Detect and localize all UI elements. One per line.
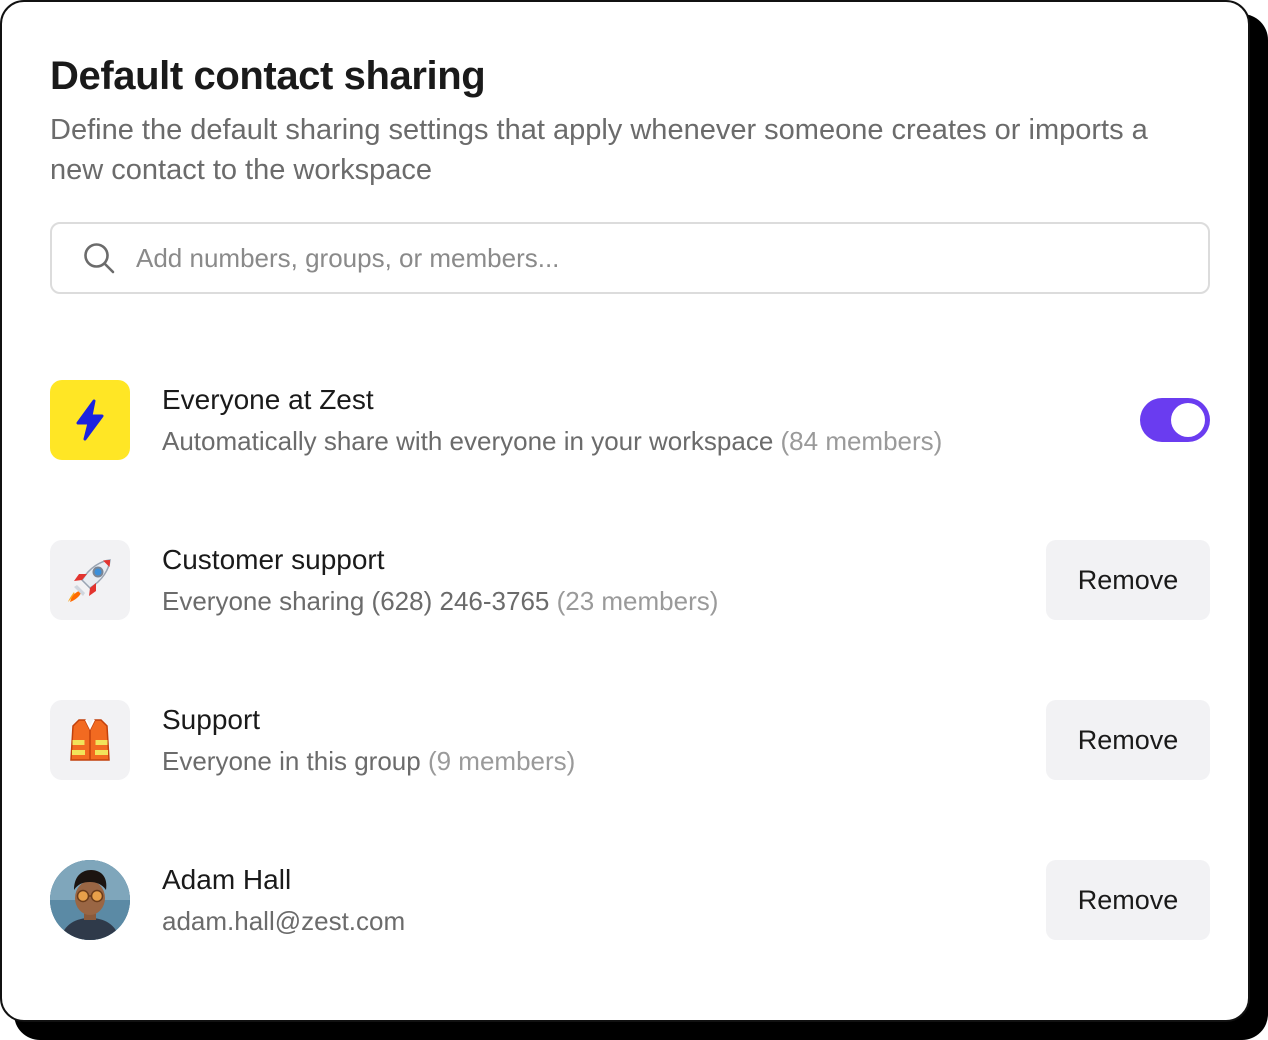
search-box[interactable] bbox=[50, 222, 1210, 294]
share-entry-text: Adam Hall adam.hall@zest.com bbox=[162, 862, 405, 938]
member-count: (84 members) bbox=[780, 426, 943, 456]
share-entry-everyone: Everyone at Zest Automatically share wit… bbox=[50, 380, 1210, 460]
share-entry-adam-hall: Adam Hall adam.hall@zest.com Remove bbox=[50, 860, 1210, 940]
share-entry-description: Everyone sharing (628) 246-3765 bbox=[162, 586, 550, 616]
share-entry-customer-support: Customer support Everyone sharing (628) … bbox=[50, 540, 1210, 620]
avatar-photo bbox=[50, 860, 130, 940]
share-entry-title: Support bbox=[162, 704, 261, 735]
workspace-logo bbox=[50, 380, 130, 460]
share-entry-description: Automatically share with everyone in you… bbox=[162, 426, 774, 456]
member-count: (9 members) bbox=[427, 746, 576, 776]
share-entry-title: Everyone at Zest bbox=[162, 384, 374, 415]
sharing-settings-card: Default contact sharing Define the defau… bbox=[0, 0, 1250, 1022]
search-icon bbox=[84, 243, 115, 274]
share-entry-description: Everyone in this group bbox=[162, 746, 421, 776]
member-count: (23 members) bbox=[556, 586, 719, 616]
group-icon-container bbox=[50, 540, 130, 620]
page-description: Define the default sharing settings that… bbox=[50, 114, 1148, 186]
search-input[interactable] bbox=[134, 241, 1138, 275]
share-entry-subtitle: Everyone in this group (9 members) bbox=[162, 744, 575, 778]
page-title: Default contact sharing bbox=[50, 54, 486, 98]
remove-button[interactable]: Remove bbox=[1046, 540, 1210, 620]
share-entry-title: Adam Hall bbox=[162, 864, 292, 895]
toggle-knob bbox=[1171, 403, 1205, 437]
share-entry-subtitle: Everyone sharing (628) 246-3765 (23 memb… bbox=[162, 584, 718, 618]
share-entry-support: Support Everyone in this group (9 member… bbox=[50, 700, 1210, 780]
share-entry-text: Support Everyone in this group (9 member… bbox=[162, 702, 575, 778]
share-entry-text: Customer support Everyone sharing (628) … bbox=[162, 542, 718, 618]
share-entry-email: adam.hall@zest.com bbox=[162, 906, 406, 936]
share-entry-text: Everyone at Zest Automatically share wit… bbox=[162, 382, 942, 458]
group-icon-container bbox=[50, 700, 130, 780]
remove-button[interactable]: Remove bbox=[1046, 700, 1210, 780]
avatar bbox=[50, 860, 130, 940]
share-entry-subtitle: Automatically share with everyone in you… bbox=[162, 424, 942, 458]
share-everyone-toggle[interactable] bbox=[1140, 398, 1210, 442]
share-entry-title: Customer support bbox=[162, 544, 385, 575]
safety-vest-icon bbox=[70, 719, 110, 761]
remove-button[interactable]: Remove bbox=[1046, 860, 1210, 940]
lightning-bolt-icon bbox=[76, 399, 104, 441]
rocket-icon bbox=[68, 559, 111, 602]
